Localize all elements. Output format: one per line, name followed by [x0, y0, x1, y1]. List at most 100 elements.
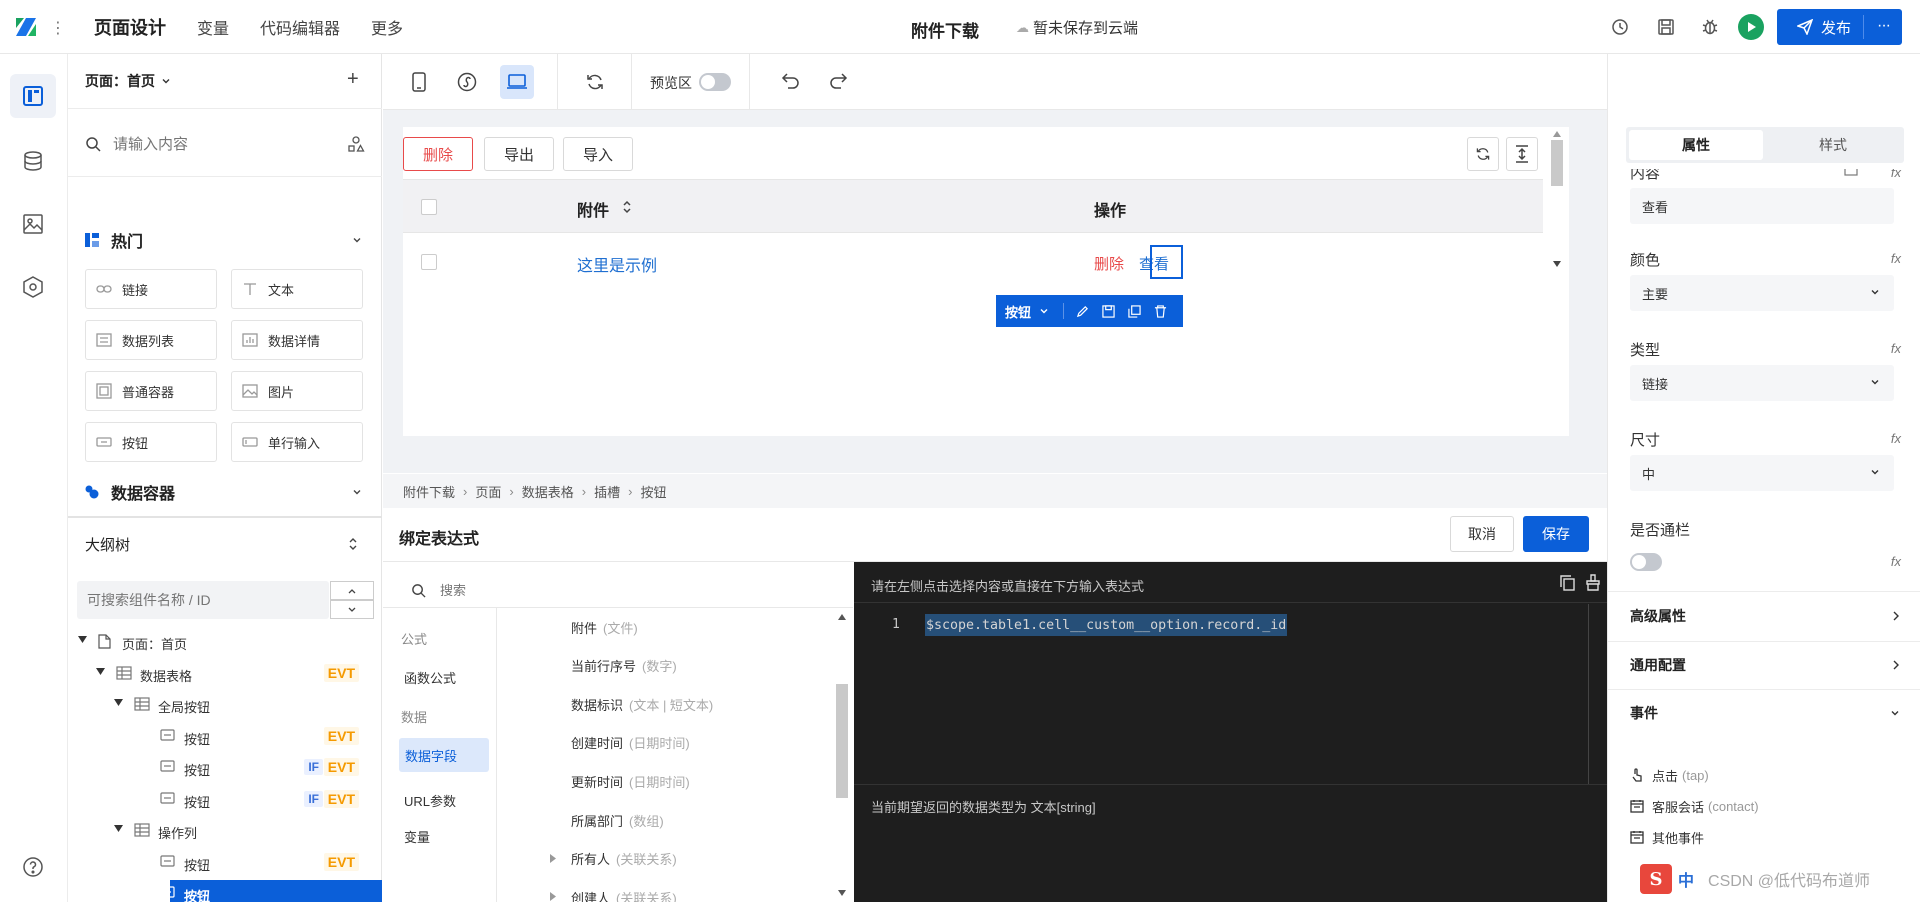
outline-tree-node[interactable]: 按钮 EVT IF [68, 784, 382, 815]
save-button[interactable]: 保存 [1523, 516, 1589, 552]
event-contact[interactable]: 客服会话 (contact) [1630, 796, 1759, 816]
outline-tree-header[interactable]: 大纲树 [85, 532, 367, 556]
size-select[interactable]: 中 [1630, 455, 1894, 491]
component-library-icon[interactable] [347, 135, 365, 153]
field-item[interactable]: 附件 (文件) [497, 614, 827, 640]
component-link[interactable]: 链接 [85, 269, 217, 309]
delete-icon[interactable] [1154, 304, 1167, 318]
general-config-header[interactable]: 通用配置 [1630, 646, 1900, 684]
menu-code-editor[interactable]: 代码编辑器 [260, 15, 340, 39]
category-item-function[interactable]: 函数公式 [404, 668, 456, 687]
publish-button[interactable]: 发布 ··· [1777, 9, 1902, 45]
type-select[interactable]: 链接 [1630, 365, 1894, 401]
expand-caret-icon[interactable] [550, 853, 556, 863]
color-select[interactable]: 主要 [1630, 275, 1894, 311]
breadcrumb-item[interactable]: 插槽 [594, 482, 620, 501]
fx-icon[interactable]: fx [1891, 431, 1901, 446]
menu-more[interactable]: 更多 [371, 15, 403, 39]
outline-prev-button[interactable] [330, 581, 374, 600]
import-button[interactable]: 导入 [563, 137, 633, 171]
rail-pages-icon[interactable] [10, 74, 56, 118]
edit-icon[interactable] [1076, 305, 1089, 318]
rail-help-icon[interactable] [22, 856, 44, 878]
field-list-scrollbar[interactable] [834, 608, 850, 902]
rail-plugin-icon[interactable] [22, 276, 44, 298]
menu-variables[interactable]: 变量 [197, 15, 229, 39]
outline-search-field[interactable] [77, 581, 329, 619]
desktop-view-icon[interactable] [500, 65, 534, 99]
redo-icon[interactable] [828, 72, 848, 90]
component-single-input[interactable]: 单行输入 [231, 422, 363, 462]
field-item[interactable]: 当前行序号 (数字) [497, 653, 827, 679]
outline-tree-node[interactable]: 按钮 EVT IF [68, 752, 382, 783]
hot-section-header[interactable]: 热门 [85, 228, 367, 252]
advanced-props-header[interactable]: 高级属性 [1630, 597, 1900, 635]
outline-next-button[interactable] [330, 600, 374, 619]
outline-tree-node[interactable]: 全局按钮 [68, 689, 382, 720]
caret-down-icon[interactable] [114, 699, 124, 709]
tab-properties[interactable]: 属性 [1629, 130, 1763, 160]
component-search-input[interactable] [113, 135, 313, 153]
app-logo[interactable] [14, 16, 38, 38]
miniprogram-view-icon[interactable] [450, 65, 484, 99]
event-tap[interactable]: 点击 (tap) [1630, 765, 1709, 785]
fx-icon[interactable]: fx [1891, 554, 1901, 569]
component-data-detail[interactable]: 数据详情 [231, 320, 363, 360]
field-item[interactable]: 创建时间 (日期时间) [497, 730, 827, 756]
outline-tree-node[interactable]: 按钮 EVT [68, 847, 382, 878]
breadcrumb-item[interactable]: 页面 [475, 482, 501, 501]
component-button[interactable]: 按钮 [85, 422, 217, 462]
fx-icon[interactable]: fx [1891, 169, 1901, 180]
fx-icon[interactable]: fx [1891, 251, 1901, 266]
collapse-toggle-icon[interactable] [347, 537, 359, 551]
history-icon[interactable] [1610, 17, 1630, 37]
category-item-data-fields[interactable]: 数据字段 [399, 738, 489, 772]
component-data-list[interactable]: 数据列表 [85, 320, 217, 360]
field-item[interactable]: 创建人 (关联关系) [497, 884, 827, 902]
caret-down-icon[interactable] [78, 636, 88, 646]
sort-icon[interactable] [621, 200, 633, 214]
mobile-view-icon[interactable] [402, 65, 436, 99]
save-icon[interactable] [1656, 17, 1676, 37]
expand-caret-icon[interactable] [550, 892, 556, 902]
outline-search-input[interactable] [87, 592, 317, 608]
debug-icon[interactable] [1700, 17, 1720, 37]
clear-icon[interactable] [1586, 574, 1600, 591]
export-button[interactable]: 导出 [484, 137, 554, 171]
category-item-url-params[interactable]: URL参数 [404, 791, 456, 810]
copy-icon[interactable] [1560, 575, 1575, 591]
outline-tree-node[interactable]: 按钮 [68, 878, 382, 902]
add-page-icon[interactable]: + [347, 68, 359, 91]
events-header[interactable]: 事件 [1630, 694, 1900, 732]
field-item[interactable]: 数据标识 (文本 | 短文本) [497, 691, 827, 717]
fx-icon[interactable]: fx [1891, 341, 1901, 356]
expression-mode-icon[interactable] [1844, 169, 1858, 176]
data-container-section-header[interactable]: 数据容器 [85, 480, 367, 504]
caret-down-icon[interactable] [114, 825, 124, 835]
breadcrumb-item[interactable]: 附件下载 [403, 482, 455, 501]
outline-tree-node[interactable]: 操作列 [68, 815, 382, 846]
expression-editor[interactable]: $scope.table1.cell__custom__option.recor… [925, 614, 1288, 636]
app-menu-icon[interactable]: ⋮ [50, 18, 66, 38]
row-checkbox[interactable] [421, 254, 437, 270]
delete-button[interactable]: 删除 [403, 137, 473, 171]
field-item[interactable]: 所属部门 (数组) [497, 807, 827, 833]
copy-icon[interactable] [1128, 304, 1141, 318]
row-delete-link[interactable]: 删除 [1094, 253, 1124, 274]
field-item[interactable]: 所有人 (关联关系) [497, 846, 827, 872]
tab-styles[interactable]: 样式 [1766, 130, 1900, 160]
select-all-checkbox[interactable] [421, 199, 437, 215]
refresh-icon[interactable] [578, 65, 612, 99]
component-search[interactable] [85, 126, 365, 162]
table-height-button[interactable] [1506, 137, 1538, 171]
field-search[interactable] [411, 572, 851, 608]
column-header-attachment[interactable]: 附件 [577, 197, 609, 221]
block-toggle[interactable] [1630, 553, 1662, 571]
category-item-variables[interactable]: 变量 [404, 827, 430, 846]
outline-tree-node[interactable]: 按钮 EVT [68, 721, 382, 752]
event-other[interactable]: 其他事件 [1630, 827, 1704, 847]
save-icon[interactable] [1102, 304, 1115, 318]
component-text[interactable]: 文本 [231, 269, 363, 309]
undo-icon[interactable] [781, 72, 801, 90]
component-container[interactable]: 普通容器 [85, 371, 217, 411]
